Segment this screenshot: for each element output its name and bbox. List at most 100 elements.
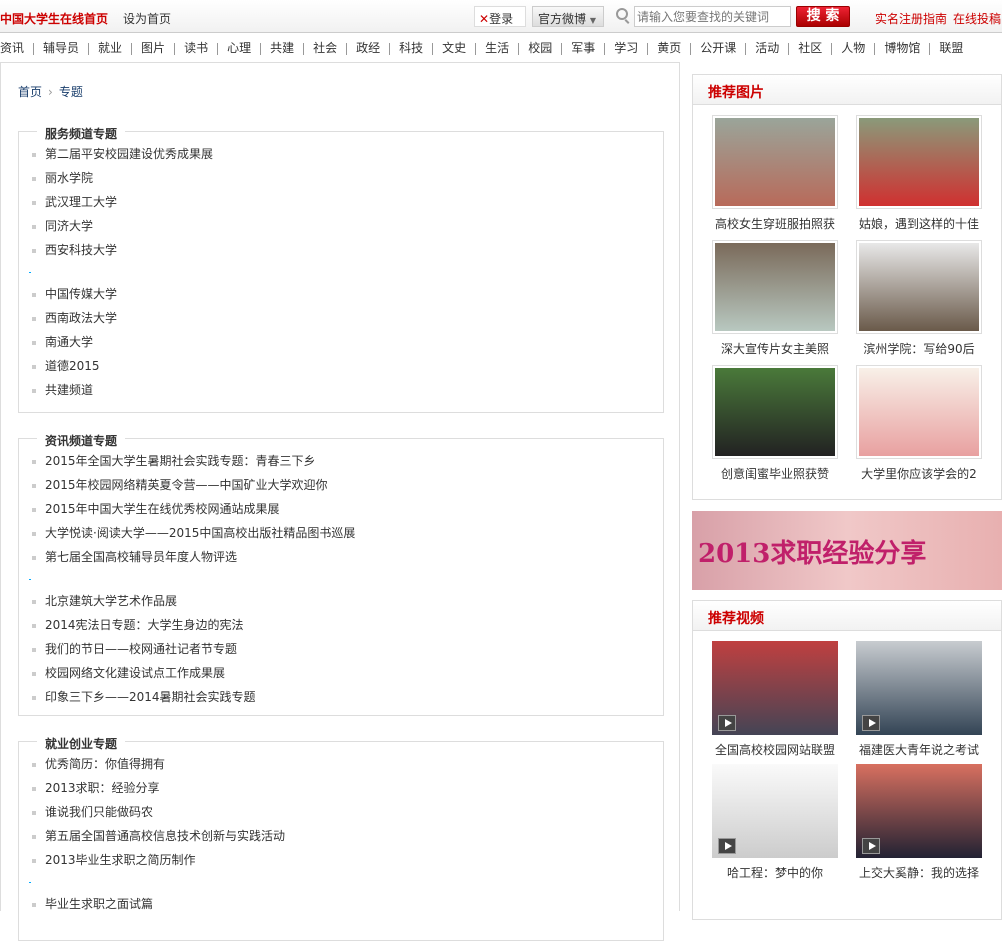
photo-item[interactable]: 大学里你应该学会的2	[856, 365, 982, 482]
nav-item[interactable]: 共建	[270, 36, 294, 59]
topic-link[interactable]: 道德2015	[31, 358, 213, 382]
nav-item[interactable]: 资讯	[0, 36, 24, 59]
topic-link[interactable]: 西安科技大学	[31, 242, 213, 266]
topic-link[interactable]: 大学悦读·阅读大学——2015中国高校出版社精品图书巡展	[31, 525, 355, 549]
nav-item[interactable]: 心理	[227, 36, 251, 59]
video-caption[interactable]: 哈工程：梦中的你	[712, 864, 838, 881]
nav-item[interactable]: 联盟	[939, 36, 963, 59]
topic-link[interactable]: 2013求职：经验分享	[31, 780, 285, 804]
nav-item[interactable]: 读书	[184, 36, 208, 59]
search-input[interactable]	[634, 6, 791, 27]
photo-item[interactable]: 姑娘，遇到这样的十佳	[856, 115, 982, 232]
topic-link[interactable]: 2015年中国大学生在线优秀校网通站成果展	[31, 501, 355, 525]
photo-item[interactable]: 深大宣传片女主美照	[712, 240, 838, 357]
topic-link[interactable]: 2013毕业生求职之简历制作	[31, 852, 285, 876]
topic-link[interactable]: 谁说我们只能做码农	[31, 804, 285, 828]
nav-item[interactable]: 辅导员	[43, 36, 79, 59]
nav-item[interactable]: 社会	[313, 36, 337, 59]
photo-item[interactable]: 高校女生穿班服拍照获	[712, 115, 838, 232]
weibo-dropdown[interactable]: 官方微博 ▼	[532, 6, 604, 27]
play-icon[interactable]	[718, 838, 736, 854]
nav-item[interactable]: 学习	[614, 36, 638, 59]
photo-caption[interactable]: 姑娘，遇到这样的十佳	[856, 215, 982, 232]
topic-link[interactable]: 共建频道	[31, 382, 213, 406]
photo-caption[interactable]: 创意闺蜜毕业照获赞	[712, 465, 838, 482]
topic-link[interactable]: 校园网络文化建设试点工作成果展	[31, 665, 355, 689]
nav-item[interactable]: 活动	[755, 36, 779, 59]
submit-article-link[interactable]: 在线投稿	[953, 10, 1001, 27]
video-thumbnail[interactable]	[712, 764, 838, 858]
topic-link[interactable]: 我们的节日——校网通社记者节专题	[31, 641, 355, 665]
chevron-down-icon: ▼	[589, 16, 596, 25]
video-thumbnail[interactable]	[856, 764, 982, 858]
register-guide-link[interactable]: 实名注册指南	[875, 10, 947, 27]
play-icon[interactable]	[862, 838, 880, 854]
photo-caption[interactable]: 深大宣传片女主美照	[712, 340, 838, 357]
topic-link[interactable]: 北京建筑大学艺术作品展	[31, 593, 355, 617]
photo-thumbnail[interactable]	[856, 240, 982, 334]
nav-divider	[831, 42, 833, 55]
video-item[interactable]: 哈工程：梦中的你	[712, 764, 838, 881]
topic-link[interactable]: 第五届全国普通高校信息技术创新与实践活动	[31, 828, 285, 852]
topic-link[interactable]: 毕业生求职之面试篇	[31, 896, 285, 920]
photo-caption[interactable]: 大学里你应该学会的2	[856, 465, 982, 482]
video-item[interactable]: 上交大奚静：我的选择	[856, 764, 982, 881]
set-home-link[interactable]: 设为首页	[123, 10, 171, 27]
nav-item[interactable]: 图片	[141, 36, 165, 59]
topic-link[interactable]: 优秀简历：你值得拥有	[31, 756, 285, 780]
topic-link[interactable]: 丽水学院	[31, 170, 213, 194]
nav-item[interactable]: 政经	[356, 36, 380, 59]
photo-caption[interactable]: 滨州学院：写给90后	[856, 340, 982, 357]
topic-link[interactable]: 同济大学	[31, 218, 213, 242]
video-thumbnail[interactable]	[856, 641, 982, 735]
topic-link[interactable]: 西南政法大学	[31, 310, 213, 334]
photo-thumbnail[interactable]	[856, 365, 982, 459]
empty-link[interactable]	[28, 876, 285, 896]
login-button[interactable]: ✕登录	[474, 6, 526, 27]
nav-item[interactable]: 就业	[98, 36, 122, 59]
nav-item[interactable]: 黄页	[657, 36, 681, 59]
topic-link[interactable]: 中国传媒大学	[31, 286, 213, 310]
photo-thumbnail[interactable]	[712, 240, 838, 334]
video-item[interactable]: 福建医大青年说之考试	[856, 641, 982, 758]
nav-divider	[647, 42, 649, 55]
nav-item[interactable]: 社区	[798, 36, 822, 59]
nav-item[interactable]: 公开课	[700, 36, 736, 59]
photo-thumbnail[interactable]	[712, 365, 838, 459]
play-icon[interactable]	[718, 715, 736, 731]
topic-link[interactable]: 2014宪法日专题：大学生身边的宪法	[31, 617, 355, 641]
photo-item[interactable]: 滨州学院：写给90后	[856, 240, 982, 357]
topic-link[interactable]: 第二届平安校园建设优秀成果展	[31, 146, 213, 170]
play-icon[interactable]	[862, 715, 880, 731]
nav-item[interactable]: 生活	[485, 36, 509, 59]
topic-link[interactable]: 印象三下乡——2014暑期社会实践专题	[31, 689, 355, 713]
breadcrumb-current[interactable]: 专题	[59, 85, 83, 99]
nav-item[interactable]: 军事	[571, 36, 595, 59]
topic-link[interactable]: 武汉理工大学	[31, 194, 213, 218]
photo-thumbnail[interactable]	[712, 115, 838, 209]
topic-link[interactable]: 2015年校园网络精英夏令营——中国矿业大学欢迎你	[31, 477, 355, 501]
topic-link[interactable]: 第七届全国高校辅导员年度人物评选	[31, 549, 355, 573]
photo-caption[interactable]: 高校女生穿班服拍照获	[712, 215, 838, 232]
job-experience-banner[interactable]: 2013求职经验分享	[692, 511, 1002, 590]
video-item[interactable]: 全国高校校园网站联盟	[712, 641, 838, 758]
video-caption[interactable]: 福建医大青年说之考试	[856, 741, 982, 758]
topic-link[interactable]: 2015年全国大学生暑期社会实践专题：青春三下乡	[31, 453, 355, 477]
site-home-link[interactable]: 中国大学生在线首页	[0, 10, 108, 27]
empty-link[interactable]	[28, 573, 355, 593]
search-button[interactable]: 搜 索	[796, 6, 850, 27]
breadcrumb-home[interactable]: 首页	[18, 85, 42, 99]
video-caption[interactable]: 全国高校校园网站联盟	[712, 741, 838, 758]
video-thumbnail[interactable]	[712, 641, 838, 735]
nav-item[interactable]: 科技	[399, 36, 423, 59]
nav-divider	[432, 42, 434, 55]
video-caption[interactable]: 上交大奚静：我的选择	[856, 864, 982, 881]
nav-item[interactable]: 人物	[841, 36, 865, 59]
photo-thumbnail[interactable]	[856, 115, 982, 209]
nav-item[interactable]: 文史	[442, 36, 466, 59]
nav-item[interactable]: 校园	[528, 36, 552, 59]
empty-link[interactable]	[28, 266, 213, 286]
photo-item[interactable]: 创意闺蜜毕业照获赞	[712, 365, 838, 482]
nav-item[interactable]: 博物馆	[884, 36, 920, 59]
topic-link[interactable]: 南通大学	[31, 334, 213, 358]
